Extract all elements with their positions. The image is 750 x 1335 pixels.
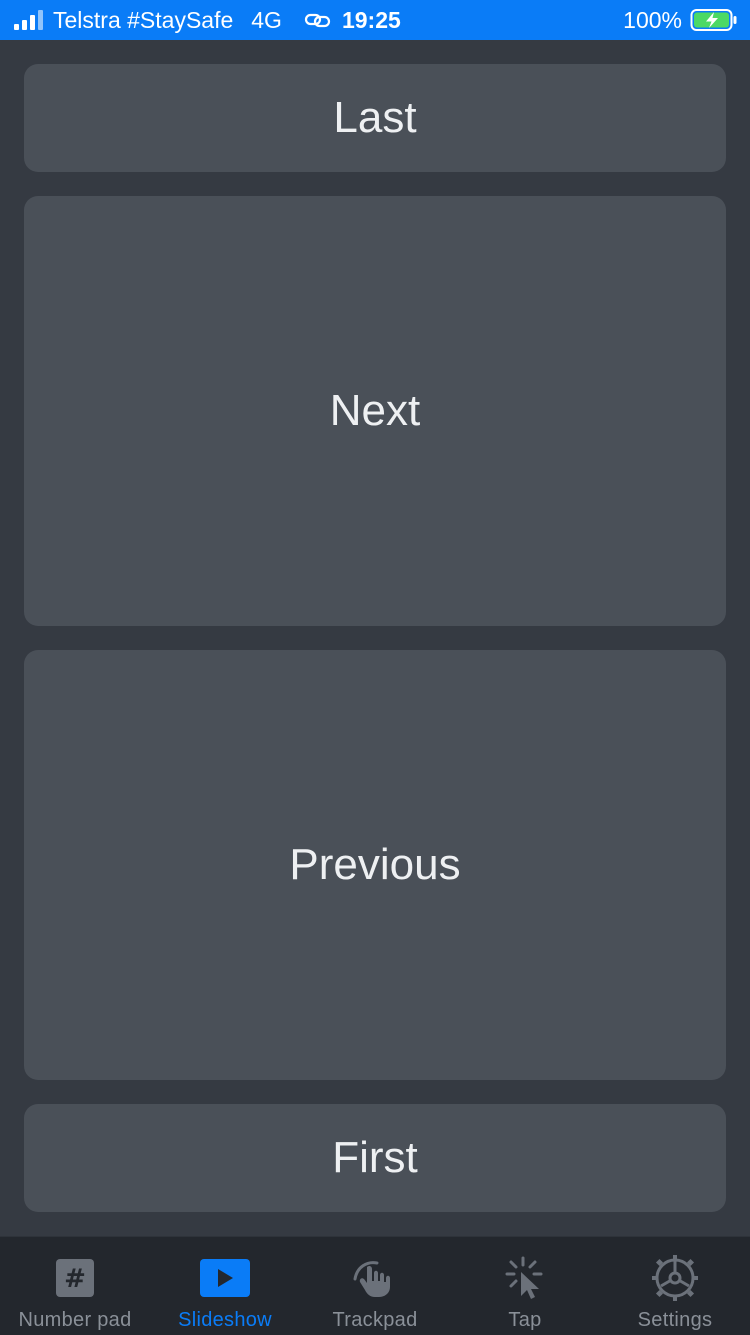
tab-settings[interactable]: Settings (600, 1237, 750, 1335)
first-slide-button-label: First (332, 1133, 418, 1182)
tab-number-pad-label: Number pad (18, 1309, 132, 1331)
hand-touch-icon (351, 1255, 399, 1301)
battery-percent: 100% (623, 6, 682, 33)
tab-slideshow[interactable]: Slideshow (150, 1237, 300, 1335)
last-slide-button-label: Last (333, 93, 417, 142)
tab-tap[interactable]: Tap (450, 1237, 600, 1335)
tab-number-pad[interactable]: # Number pad (0, 1237, 150, 1335)
tab-trackpad[interactable]: Trackpad (300, 1237, 450, 1335)
tap-cursor-icon (501, 1255, 549, 1301)
gear-icon (651, 1255, 699, 1301)
tab-settings-label: Settings (637, 1309, 713, 1331)
link-icon (304, 12, 332, 28)
hash-icon: # (55, 1255, 95, 1301)
first-slide-button[interactable]: First (24, 1104, 726, 1212)
clock-time: 19:25 (341, 6, 401, 33)
next-slide-button[interactable]: Next (24, 196, 726, 626)
network-type: 4G (251, 6, 282, 33)
signal-icon (14, 10, 43, 30)
previous-slide-button-label: Previous (289, 840, 461, 889)
battery-charging-icon (690, 8, 738, 32)
previous-slide-button[interactable]: Previous (24, 650, 726, 1080)
svg-text:#: # (64, 1264, 86, 1294)
play-icon (200, 1255, 250, 1301)
last-slide-button[interactable]: Last (24, 64, 726, 172)
tab-tap-label: Tap (508, 1309, 542, 1331)
next-slide-button-label: Next (329, 386, 421, 435)
tab-trackpad-label: Trackpad (332, 1309, 418, 1331)
tab-bar: # Number pad Slideshow Trackpad Tap Sett… (0, 1236, 750, 1335)
carrier-name: Telstra #StaySafe (53, 6, 234, 33)
tab-slideshow-label: Slideshow (178, 1309, 272, 1331)
status-bar: Telstra #StaySafe 4G 19:25 100% (0, 0, 750, 40)
